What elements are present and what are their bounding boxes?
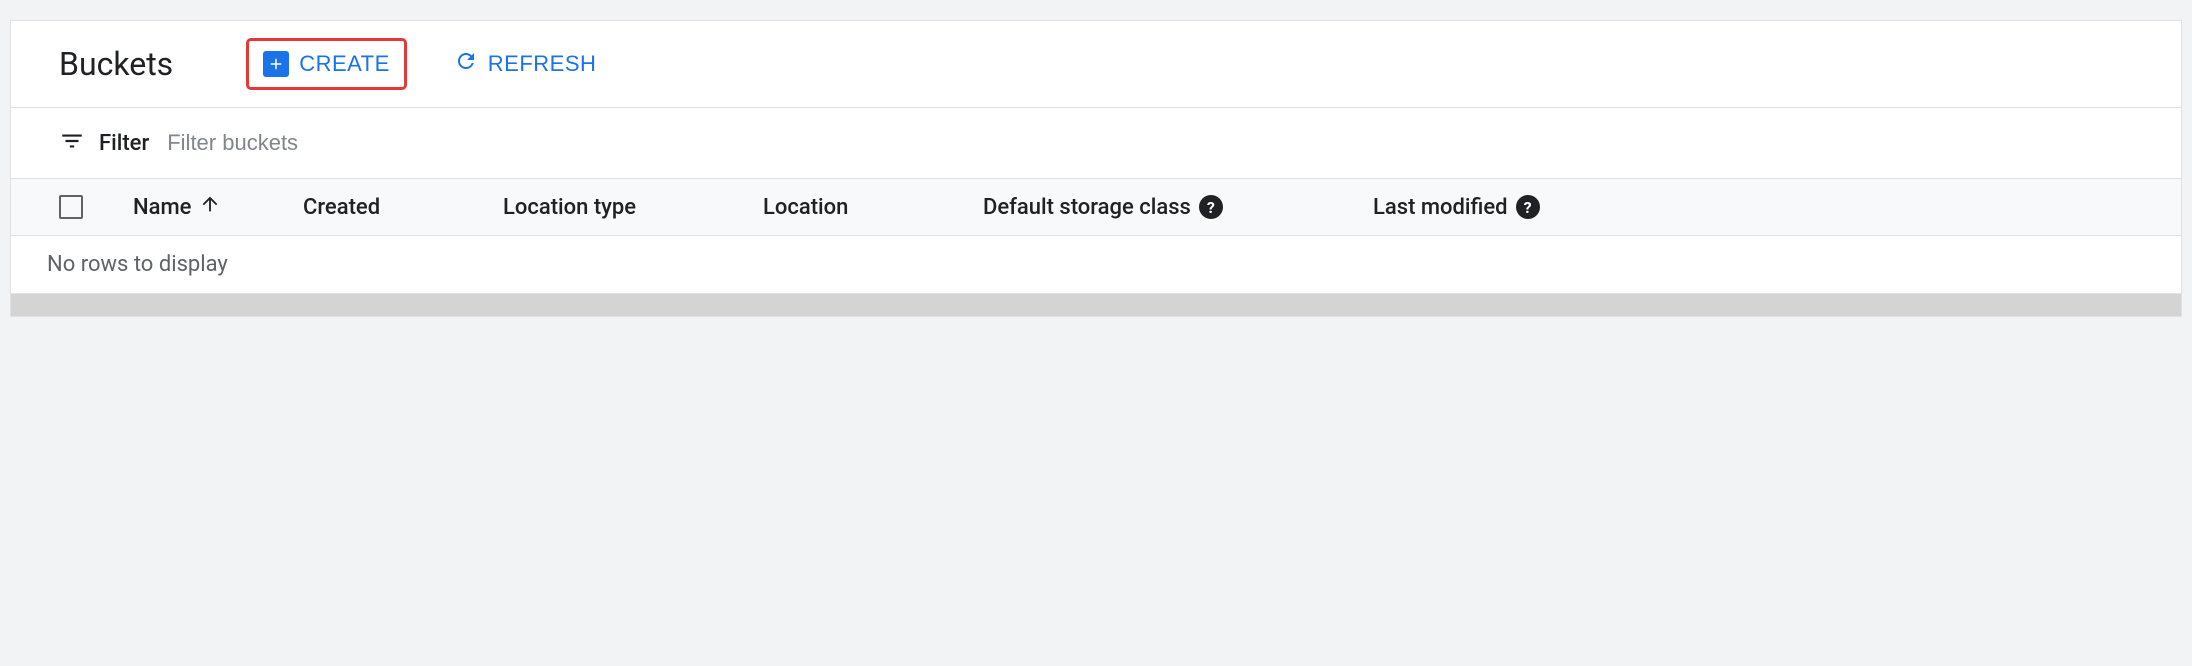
- column-header-name[interactable]: Name: [133, 193, 283, 221]
- column-label: Location type: [503, 195, 636, 220]
- page-title: Buckets: [59, 45, 173, 83]
- toolbar: Buckets CREATE REFRESH: [11, 21, 2181, 108]
- column-header-created[interactable]: Created: [303, 195, 483, 220]
- column-label: Name: [133, 195, 191, 220]
- refresh-icon: [454, 49, 478, 79]
- empty-state-message: No rows to display: [11, 236, 2181, 294]
- column-header-last-modified[interactable]: Last modified ?: [1373, 195, 1593, 220]
- column-header-storage-class[interactable]: Default storage class ?: [983, 195, 1353, 220]
- create-button[interactable]: CREATE: [249, 41, 404, 87]
- plus-icon: [263, 51, 289, 77]
- column-label: Created: [303, 195, 380, 220]
- filter-bar: Filter: [11, 108, 2181, 179]
- table-header: Name Created Location type Location Defa…: [11, 179, 2181, 236]
- help-icon[interactable]: ?: [1199, 195, 1223, 219]
- column-header-location[interactable]: Location: [763, 195, 963, 220]
- refresh-button-label: REFRESH: [488, 51, 597, 77]
- filter-icon: [59, 128, 85, 158]
- horizontal-scrollbar[interactable]: [11, 294, 2181, 316]
- column-header-location-type[interactable]: Location type: [503, 195, 743, 220]
- help-icon[interactable]: ?: [1516, 195, 1540, 219]
- column-label: Last modified: [1373, 195, 1508, 220]
- refresh-button[interactable]: REFRESH: [440, 39, 611, 89]
- sort-ascending-icon: [199, 193, 221, 221]
- buckets-panel: Buckets CREATE REFRESH Filter Name: [10, 20, 2182, 317]
- column-label: Default storage class: [983, 195, 1191, 220]
- create-button-label: CREATE: [299, 51, 390, 77]
- filter-label: Filter: [99, 131, 149, 156]
- filter-input[interactable]: [163, 126, 2133, 160]
- column-label: Location: [763, 195, 848, 220]
- select-all-checkbox[interactable]: [59, 195, 83, 219]
